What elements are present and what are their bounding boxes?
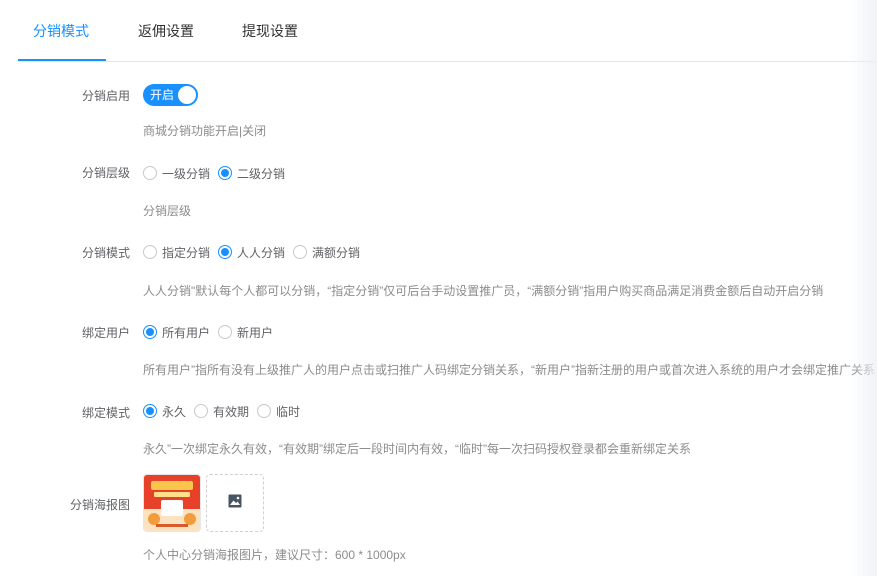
- radio-mode-designated[interactable]: 指定分销: [143, 244, 210, 261]
- radio-dot: [218, 166, 233, 180]
- radio-label: 所有用户: [162, 325, 211, 340]
- radio-label: 有效期: [213, 404, 250, 419]
- image-icon: [228, 494, 242, 513]
- radio-level-1[interactable]: 一级分销: [143, 165, 210, 182]
- radio-dot: [194, 404, 209, 418]
- mode-hint: 人人分销"默认每个人都可以分销，“指定分销”仅可后台手动设置推广员，“满额分销”…: [143, 284, 824, 298]
- radio-label: 临时: [276, 404, 301, 419]
- bind-user-radio-group: 所有用户 新用户: [143, 323, 281, 341]
- radio-bind-all-users[interactable]: 所有用户: [143, 324, 210, 341]
- active-tab-indicator: [18, 59, 106, 61]
- poster-hint: 个人中心分销海报图片，建议尺寸：600 * 1000px: [143, 548, 406, 562]
- radio-dot: [257, 404, 272, 418]
- radio-bind-validity[interactable]: 有效期: [194, 403, 249, 420]
- radio-bind-temporary[interactable]: 临时: [257, 403, 300, 420]
- switch-knob: [178, 86, 196, 104]
- level-hint: 分销层级: [143, 204, 192, 218]
- poster-image-graphic: [144, 475, 200, 531]
- radio-label: 永久: [162, 404, 187, 419]
- enable-hint: 商城分销功能开启|关闭: [143, 124, 267, 138]
- radio-label: 人人分销: [237, 245, 286, 260]
- enable-label: 分销启用: [81, 89, 130, 103]
- tab-bar: 分销模式 返佣设置 提现设置: [18, 0, 877, 62]
- radio-dot: [293, 245, 308, 259]
- mode-label: 分销模式: [81, 246, 130, 260]
- enable-switch-text: 开启: [150, 88, 175, 102]
- radio-mode-everyone[interactable]: 人人分销: [218, 244, 285, 261]
- bind-user-label: 绑定用户: [81, 326, 130, 340]
- radio-label: 一级分销: [162, 166, 211, 181]
- radio-dot: [143, 245, 157, 259]
- upload-image-button[interactable]: [206, 474, 264, 532]
- radio-bind-permanent[interactable]: 永久: [143, 403, 186, 420]
- tab-distribution-mode[interactable]: 分销模式: [33, 0, 89, 61]
- tab-withdraw-settings[interactable]: 提现设置: [242, 0, 298, 61]
- right-edge-shadow: [849, 0, 877, 576]
- enable-switch[interactable]: 开启: [143, 84, 198, 106]
- bind-mode-hint: 永久”一次绑定永久有效，“有效期”绑定后一段时间内有效，“临时”每一次扫码授权登…: [143, 442, 691, 456]
- radio-bind-new-users[interactable]: 新用户: [218, 324, 273, 341]
- radio-mode-threshold[interactable]: 满额分销: [293, 244, 360, 261]
- radio-dot: [218, 245, 233, 259]
- radio-dot: [218, 325, 233, 339]
- mode-radio-group: 指定分销 人人分销 满额分销: [143, 243, 368, 261]
- radio-label: 指定分销: [162, 245, 211, 260]
- poster-label: 分销海报图: [69, 498, 130, 512]
- poster-image[interactable]: [143, 474, 201, 532]
- tab-commission-settings[interactable]: 返佣设置: [138, 0, 194, 61]
- level-radio-group: 一级分销 二级分销: [143, 164, 293, 182]
- radio-label: 新用户: [237, 325, 274, 340]
- bind-mode-radio-group: 永久 有效期 临时: [143, 402, 308, 420]
- radio-dot: [143, 404, 157, 418]
- radio-label: 二级分销: [237, 166, 286, 181]
- level-label: 分销层级: [81, 166, 130, 180]
- radio-dot: [143, 325, 157, 339]
- radio-dot: [143, 166, 157, 180]
- bind-mode-label: 绑定模式: [81, 406, 130, 420]
- radio-level-2[interactable]: 二级分销: [218, 165, 285, 182]
- bind-user-hint: 所有用户”指所有没有上级推广人的用户点击或扫推广人码绑定分销关系，“新用户”指新…: [143, 363, 875, 377]
- radio-label: 满额分销: [312, 245, 361, 260]
